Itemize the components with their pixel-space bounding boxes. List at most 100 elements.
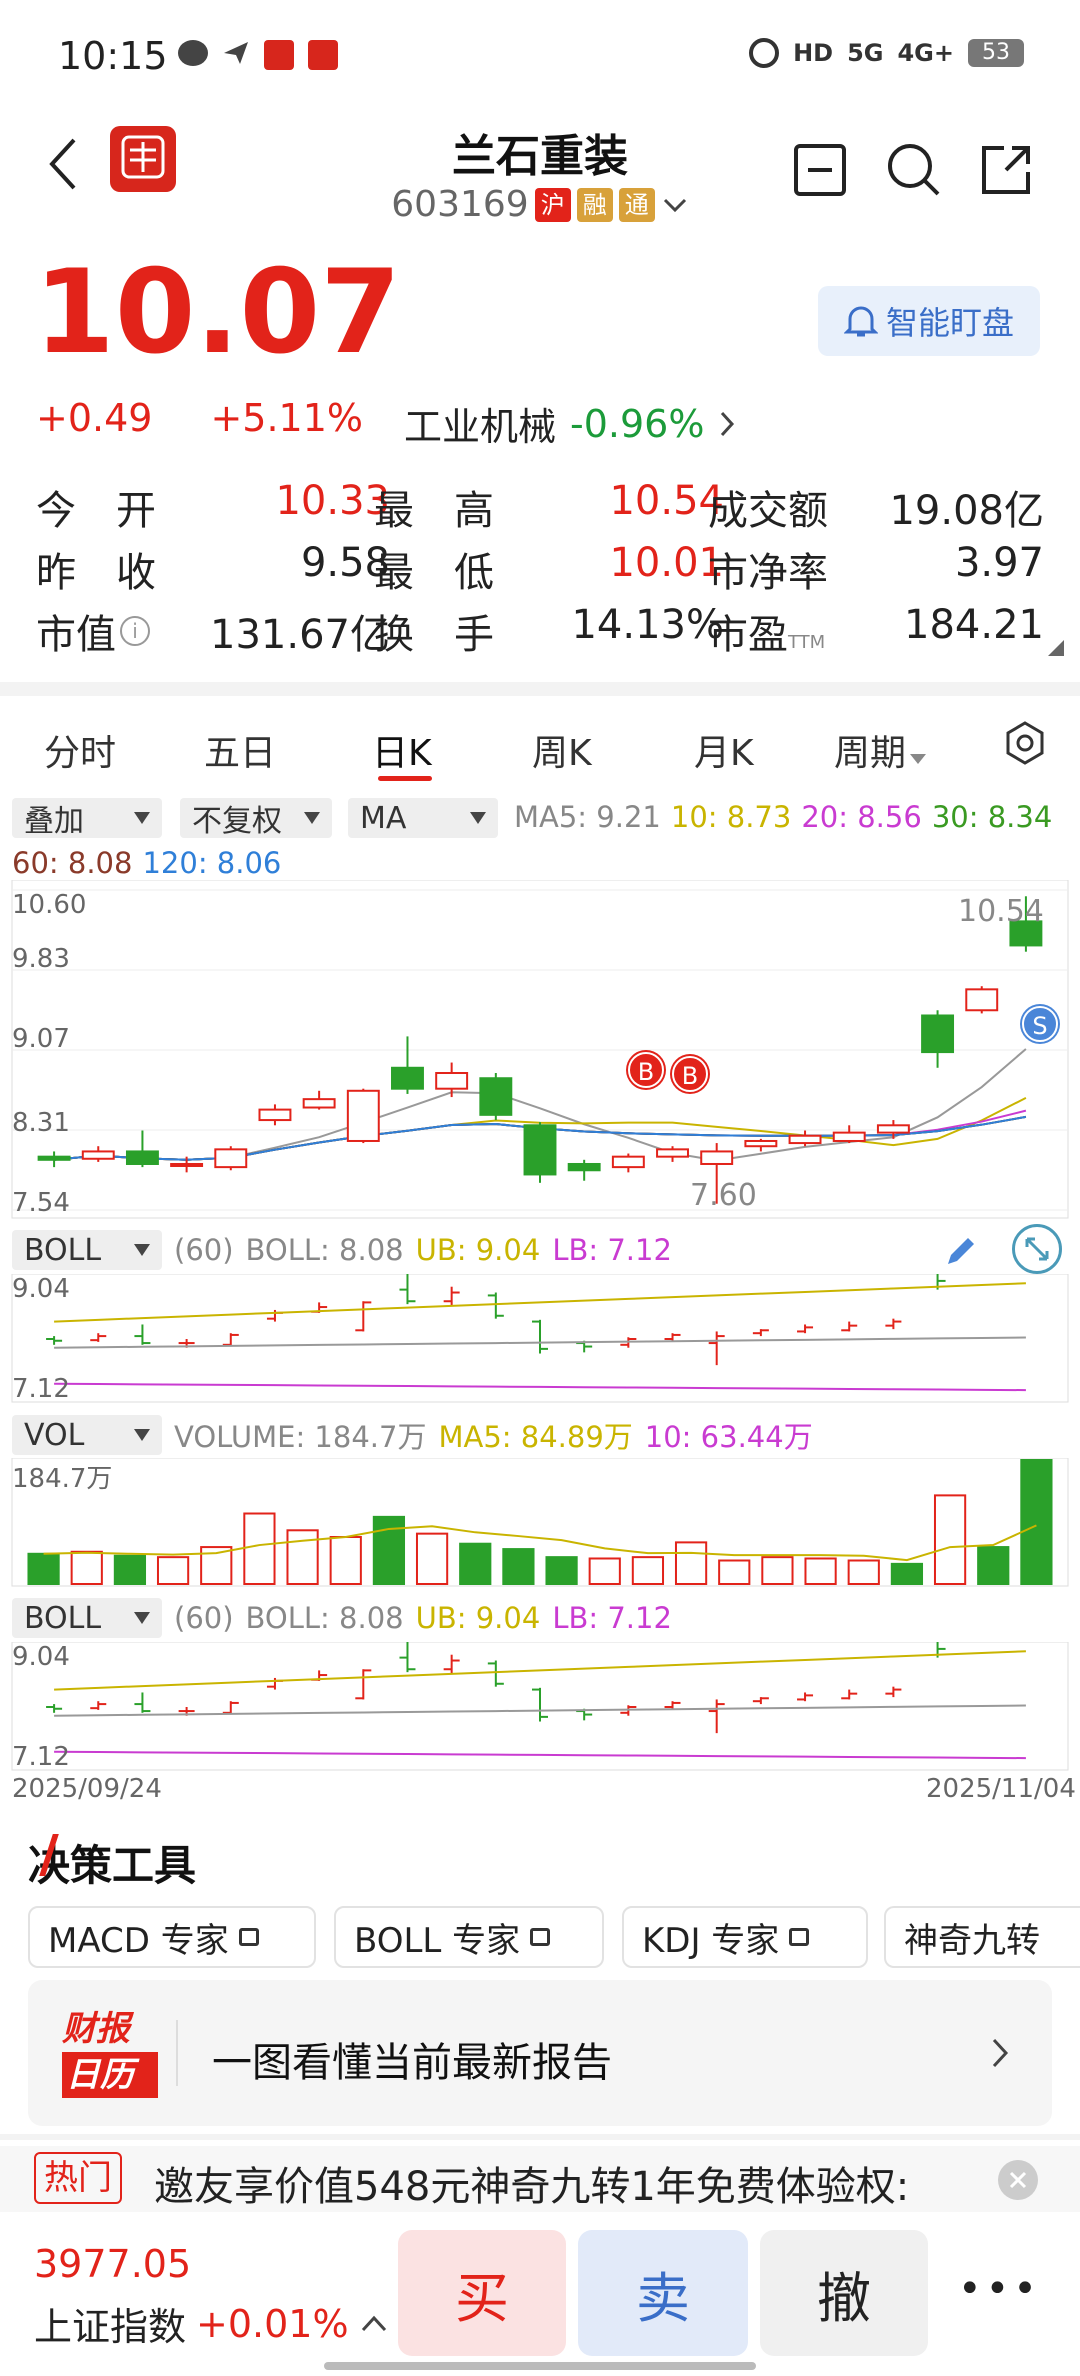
buy-marker-2[interactable]: B bbox=[672, 1056, 708, 1092]
boll-ub: UB: 9.04 bbox=[415, 1233, 541, 1267]
hot-banner[interactable]: 热门 邀友享价值548元神奇九转1年免费体验权: bbox=[0, 2146, 1080, 2212]
candle-body bbox=[302, 1098, 336, 1109]
tool-boll[interactable]: BOLL 专家 bbox=[334, 1906, 604, 1968]
report-divider bbox=[176, 2020, 178, 2086]
sell-marker[interactable]: S bbox=[1022, 1006, 1058, 1042]
tool-macd[interactable]: MACD 专家 bbox=[28, 1906, 316, 1968]
index-row[interactable]: 上证指数 +0.01% bbox=[34, 2296, 389, 2351]
boll-lb: LB: 7.12 bbox=[552, 1601, 672, 1635]
boll1-axis-top: 9.04 bbox=[12, 1274, 70, 1304]
search-button[interactable] bbox=[884, 140, 944, 200]
candle-body bbox=[656, 1148, 689, 1158]
triangle-down-icon bbox=[304, 812, 320, 824]
stat-value-pe: 184.21 bbox=[904, 602, 1044, 648]
ma5-legend: MA5: 9.21 bbox=[514, 800, 661, 834]
volume-bar bbox=[156, 1556, 190, 1586]
chart-app-icon bbox=[308, 40, 338, 70]
stat-label-pe-suffix: TTM bbox=[788, 632, 826, 653]
expand-corner-icon[interactable] bbox=[1048, 640, 1064, 656]
boll-upper-band bbox=[54, 1282, 1026, 1323]
close-banner-button[interactable] bbox=[998, 2160, 1038, 2200]
volume-bar bbox=[329, 1536, 362, 1586]
index-change: +0.01% bbox=[196, 2301, 349, 2346]
send-icon bbox=[222, 40, 250, 66]
candlestick-chart[interactable] bbox=[0, 880, 1080, 1220]
boll-dropdown-2[interactable]: BOLL bbox=[12, 1598, 162, 1638]
hot-divider bbox=[0, 2134, 1080, 2140]
sell-button[interactable]: 卖 bbox=[578, 2230, 748, 2356]
chevron-down-icon bbox=[663, 198, 686, 212]
price-change: +0.49 bbox=[36, 396, 153, 440]
battery-icon: 53 bbox=[968, 39, 1024, 67]
boll-dropdown-1[interactable]: BOLL bbox=[12, 1230, 162, 1270]
share-button[interactable] bbox=[976, 140, 1036, 200]
boll2-axis-bottom: 7.12 bbox=[12, 1742, 70, 1772]
stat-value-pb: 3.97 bbox=[954, 540, 1044, 586]
buy-marker-1[interactable]: B bbox=[628, 1052, 664, 1088]
section-divider bbox=[0, 682, 1080, 696]
report-logo-bottom: 日历 bbox=[62, 2052, 158, 2098]
smart-monitor-button[interactable]: 智能盯盘 bbox=[818, 286, 1040, 356]
alarm-icon bbox=[749, 38, 780, 68]
tab-period-dropdown[interactable]: 周期 bbox=[834, 724, 927, 776]
minus-icon bbox=[808, 168, 832, 172]
stat-market-cap-label-wrap[interactable]: 市值 i bbox=[36, 602, 150, 660]
share-icon bbox=[982, 146, 1030, 194]
stat-label-amount: 成交额 bbox=[708, 488, 828, 534]
ma60-legend: 60: 8.08 bbox=[12, 846, 133, 880]
stat-value-market-cap: 131.67亿 bbox=[210, 612, 390, 658]
stat-label-market-cap: 市值 bbox=[36, 612, 116, 658]
overlay-dropdown[interactable]: 叠加 bbox=[12, 798, 162, 839]
status-app-icons bbox=[178, 40, 338, 70]
indicator-dropdown[interactable]: MA bbox=[348, 798, 498, 838]
tool-magic-nine[interactable]: 神奇九转 bbox=[884, 1906, 1080, 1968]
edit-indicator-button[interactable] bbox=[938, 1228, 984, 1274]
adjust-dropdown[interactable]: 不复权 bbox=[180, 798, 332, 839]
stock-header: 兰石重装 603169 沪 融 通 bbox=[0, 110, 1080, 260]
chart-settings-button[interactable] bbox=[1002, 720, 1048, 766]
boll-lb: LB: 7.12 bbox=[552, 1233, 672, 1267]
volume-bar bbox=[1020, 1459, 1053, 1585]
candle-body bbox=[700, 1150, 734, 1165]
boll-dropdown-label: BOLL bbox=[24, 1600, 102, 1636]
chevron-right-icon bbox=[992, 2038, 1009, 2068]
candle-body bbox=[744, 1139, 778, 1148]
cancel-order-button[interactable]: 撤 bbox=[760, 2230, 928, 2356]
boll-lower-band bbox=[54, 1382, 1026, 1392]
stat-label-open: 今 开 bbox=[36, 488, 156, 534]
vol-dropdown[interactable]: VOL bbox=[12, 1415, 162, 1455]
fullscreen-button[interactable] bbox=[1012, 1224, 1062, 1274]
period-tabs: 分时 五日 日K 周K 月K 周期 bbox=[0, 700, 1080, 796]
candle-body bbox=[170, 1162, 204, 1167]
buy-button[interactable]: 买 bbox=[398, 2230, 566, 2356]
tag-connect: 通 bbox=[618, 187, 655, 222]
volume-bar bbox=[286, 1529, 319, 1585]
volume-chart[interactable] bbox=[0, 1458, 1080, 1588]
tab-daily-k[interactable]: 日K bbox=[372, 724, 432, 776]
triangle-down-icon bbox=[134, 1244, 150, 1256]
minimize-button[interactable] bbox=[794, 144, 846, 196]
stat-label-low: 最 低 bbox=[374, 550, 494, 596]
indicator-label: MA bbox=[360, 800, 407, 836]
hot-tag: 热门 bbox=[34, 2152, 122, 2204]
candle-body bbox=[876, 1124, 910, 1134]
hot-text: 邀友享价值548元神奇九转1年免费体验权: bbox=[154, 2164, 910, 2210]
stat-value-low: 10.01 bbox=[609, 540, 724, 586]
boll-chart-2[interactable] bbox=[0, 1642, 1080, 1772]
volume-bar bbox=[718, 1559, 751, 1585]
boll-param: (60) bbox=[174, 1601, 234, 1635]
more-button[interactable]: ••• bbox=[958, 2266, 1041, 2312]
volume-bar bbox=[545, 1556, 578, 1586]
tab-weekly-k[interactable]: 周K bbox=[532, 724, 592, 776]
price-axis-labels: 10.60 9.83 9.07 8.31 7.54 bbox=[12, 880, 132, 1220]
stat-value-amount: 19.08亿 bbox=[889, 488, 1044, 534]
boll-chart-1[interactable] bbox=[0, 1274, 1080, 1404]
industry-link[interactable]: 工业机械 -0.96% bbox=[404, 396, 738, 451]
tab-intraday[interactable]: 分时 bbox=[44, 724, 116, 776]
vol-legend: VOL VOLUME: 184.7万 MA5: 84.89万 10: 63.44… bbox=[12, 1414, 813, 1456]
report-card[interactable]: 财报 日历 一图看懂当前最新报告 bbox=[28, 1980, 1052, 2126]
volume-bar bbox=[933, 1494, 967, 1586]
tab-five-day[interactable]: 五日 bbox=[204, 724, 276, 776]
tab-monthly-k[interactable]: 月K bbox=[694, 724, 754, 776]
tool-kdj[interactable]: KDJ 专家 bbox=[622, 1906, 868, 1968]
